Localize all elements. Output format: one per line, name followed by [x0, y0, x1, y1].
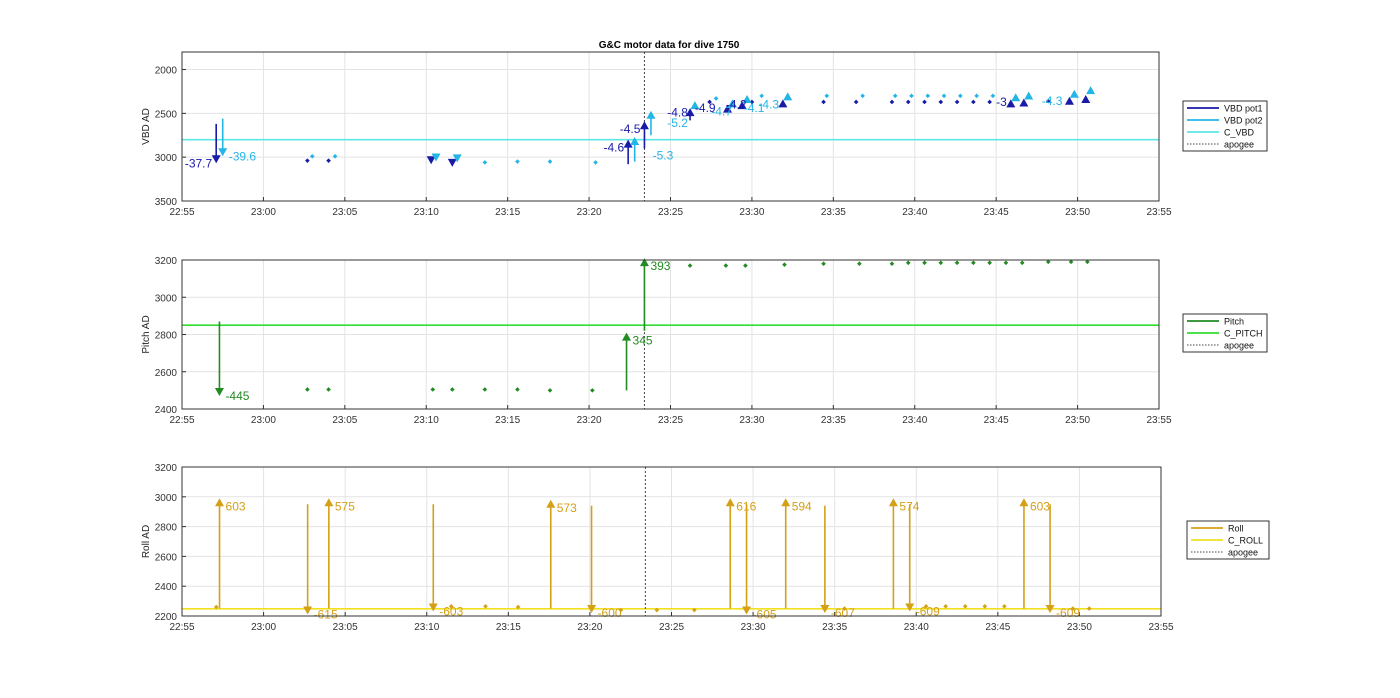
x-tick-label: 23:50	[1067, 622, 1092, 633]
x-tick-label: 23:25	[658, 207, 683, 218]
legend-entry: VBD pot2	[1224, 116, 1263, 126]
arrow-value-label: 393	[650, 259, 670, 273]
x-tick-label: 23:45	[985, 622, 1010, 633]
arrow-value-label: -39.6	[229, 149, 257, 163]
arrow-value-label: 575	[335, 499, 355, 513]
chart-canvas: G&C motor data for dive 1750 22:55 23:00 2…	[141, 40, 1270, 633]
y-tick-label: 3500	[155, 197, 178, 208]
arrow-value-label: -605	[753, 608, 777, 622]
x-tick-label: 23:50	[1065, 207, 1090, 218]
x-tick-label: 22:55	[169, 207, 194, 218]
legend-entry: Roll	[1228, 524, 1244, 534]
x-tick-label: 23:05	[332, 207, 357, 218]
arrow-value-label: 573	[557, 501, 577, 515]
legend-entry: C_PITCH	[1224, 329, 1263, 339]
y-tick-label: 2200	[155, 612, 178, 623]
x-tick-label: 23:05	[332, 415, 357, 426]
arrow-value-label: -445	[225, 389, 249, 403]
x-tick-label: 23:10	[414, 415, 439, 426]
x-tick-label: 23:20	[577, 207, 602, 218]
x-tick-label: 23:25	[658, 415, 683, 426]
legend: VBD pot1 VBD pot2 C_VBDapogee	[1182, 100, 1268, 152]
y-axis-label: Pitch AD	[141, 315, 152, 353]
x-tick-label: 23:35	[822, 622, 847, 633]
y-tick-label: 2400	[155, 405, 178, 416]
y-tick-label: 2600	[155, 552, 178, 563]
legend: Roll C_ROLLapogee	[1186, 520, 1270, 560]
y-tick-label: 2000	[155, 66, 178, 77]
x-tick-label: 23:00	[251, 415, 276, 426]
x-tick-label: 23:10	[414, 622, 439, 633]
value-label: -4.3	[1042, 94, 1063, 108]
chart-panel-roll: 22:55 23:00 23:05 23:10 23:15 23:20 23:25 23:30…	[141, 463, 1270, 633]
arrow-value-label: -4.5	[620, 122, 641, 136]
y-tick-label: 3000	[155, 293, 178, 304]
legend-entry: apogee	[1224, 341, 1254, 351]
y-tick-label: 2500	[155, 109, 178, 120]
legend-entry: C_VBD	[1224, 128, 1255, 138]
y-tick-label: 3200	[155, 256, 178, 267]
arrow-value-label: 345	[633, 334, 653, 348]
x-tick-label: 22:55	[169, 415, 194, 426]
y-tick-label: 3200	[155, 463, 178, 474]
x-tick-label: 23:15	[495, 207, 520, 218]
arrow-value-label: 594	[792, 499, 812, 513]
arrow-value-label: -4.6	[603, 141, 624, 155]
y-tick-label: 2400	[155, 582, 178, 593]
x-tick-label: 23:30	[739, 207, 764, 218]
x-tick-label: 23:30	[739, 415, 764, 426]
x-tick-label: 23:55	[1146, 415, 1171, 426]
chart-panel-pitch: 22:55 23:00 23:05 23:10 23:15 23:20 23:25 23:30…	[141, 256, 1268, 426]
x-tick-label: 23:15	[495, 415, 520, 426]
arrow-value-label: -600	[598, 606, 622, 620]
x-tick-label: 23:45	[984, 207, 1009, 218]
x-tick-label: 23:50	[1065, 415, 1090, 426]
value-label: -3	[996, 95, 1007, 109]
legend-entry: Pitch	[1224, 317, 1244, 327]
x-tick-label: 23:20	[577, 415, 602, 426]
arrow-value-label: -607	[831, 606, 855, 620]
x-tick-label: 23:55	[1148, 622, 1173, 633]
x-tick-label: 23:40	[904, 622, 929, 633]
y-axis-label: VBD AD	[141, 108, 152, 145]
y-tick-label: 2800	[155, 331, 178, 342]
chart-panel-vbd: 22:55 23:00 23:05 23:10 23:15 23:20 23:25 23:30…	[141, 51, 1268, 218]
x-tick-label: 23:00	[251, 207, 276, 218]
x-tick-label: 23:10	[414, 207, 439, 218]
legend-entry: apogee	[1228, 548, 1258, 558]
legend-entry: apogee	[1224, 140, 1254, 150]
x-tick-label: 23:35	[821, 415, 846, 426]
x-tick-label: 23:20	[577, 622, 602, 633]
legend-entry: VBD pot1	[1224, 104, 1263, 114]
x-tick-label: 23:15	[496, 622, 521, 633]
x-tick-label: 23:45	[984, 415, 1009, 426]
arrow-value-label: -37.7	[185, 156, 213, 170]
x-tick-label: 23:05	[333, 622, 358, 633]
y-axis-label: Roll AD	[141, 525, 152, 558]
x-tick-label: 22:55	[169, 622, 194, 633]
value-label: -5.3	[653, 148, 674, 162]
x-tick-label: 23:55	[1146, 207, 1171, 218]
arrow-value-label: -609	[1056, 606, 1080, 620]
x-tick-label: 23:00	[251, 622, 276, 633]
y-tick-label: 3000	[155, 493, 178, 504]
legend-entry: C_ROLL	[1228, 536, 1263, 546]
x-tick-label: 23:40	[902, 207, 927, 218]
arrow-value-label: 603	[1030, 499, 1050, 513]
value-label: -5.2	[667, 116, 688, 130]
x-tick-label: 23:35	[821, 207, 846, 218]
legend: Pitch C_PITCHapogee	[1182, 313, 1268, 353]
motor-data-figure: G&C motor data for dive 1750 22:55 23:00 2…	[0, 0, 1400, 693]
arrow-value-label: -615	[314, 608, 338, 622]
y-tick-label: 3000	[155, 153, 178, 164]
y-tick-label: 2800	[155, 523, 178, 534]
figure-title: G&C motor data for dive 1750	[599, 40, 740, 51]
x-tick-label: 23:30	[741, 622, 766, 633]
x-tick-label: 23:40	[902, 415, 927, 426]
x-tick-label: 23:25	[659, 622, 684, 633]
arrow-value-label: 603	[226, 499, 246, 513]
value-label: -4.3	[758, 98, 779, 112]
y-tick-label: 2600	[155, 368, 178, 379]
